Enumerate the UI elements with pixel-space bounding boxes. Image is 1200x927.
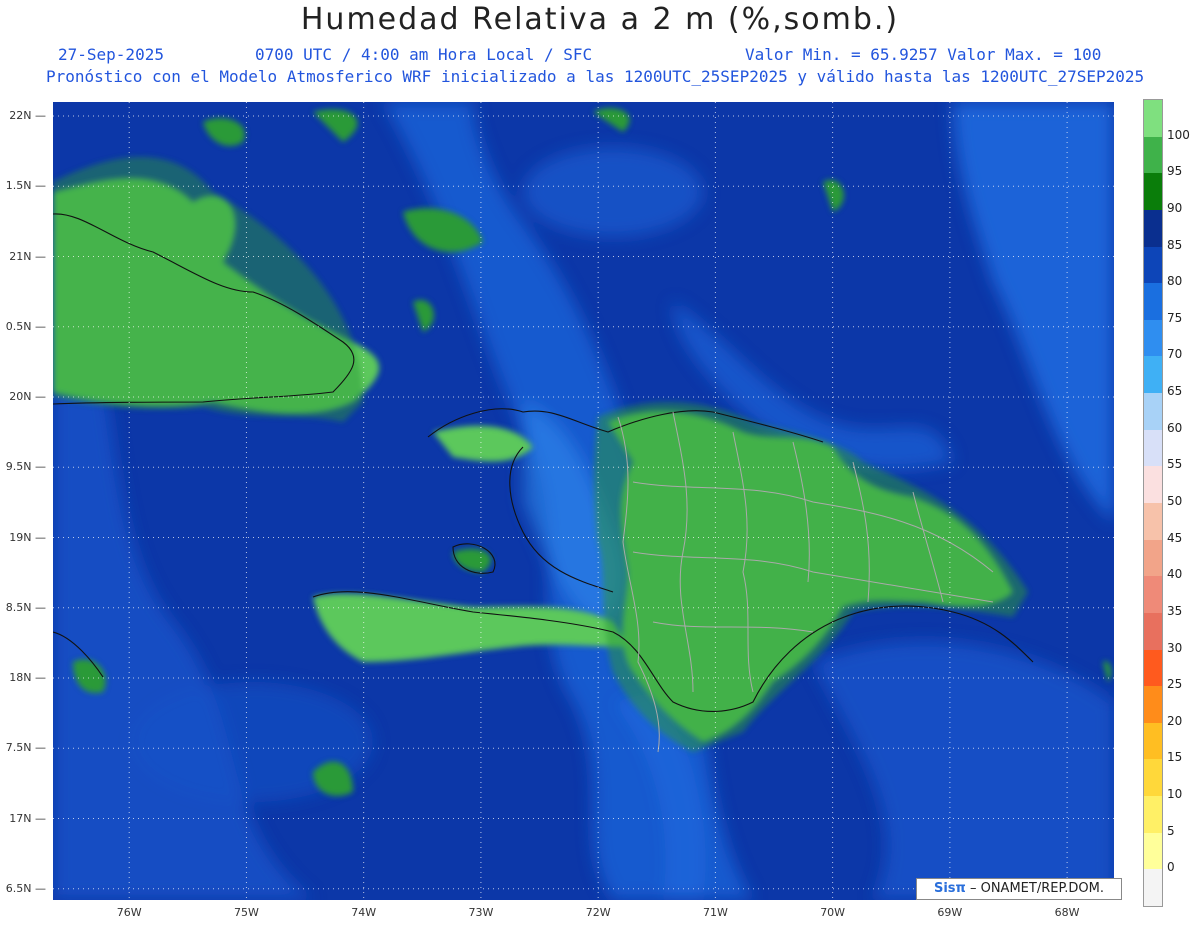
legend-value: 95 — [1167, 164, 1183, 179]
legend-value: 60 — [1167, 420, 1183, 435]
lat-label: 22N — — [9, 109, 46, 123]
legend-swatch — [1144, 612, 1162, 651]
lon-label: 72W — [585, 906, 611, 919]
legend-swatch — [1144, 466, 1162, 504]
credit-box: Sisπ – ONAMET/REP.DOM. — [916, 878, 1122, 900]
legend-value: 90 — [1167, 200, 1183, 215]
legend-swatch — [1144, 173, 1162, 211]
lon-label: 75W — [234, 906, 259, 919]
lat-label: 8.5N — — [5, 600, 46, 614]
lat-label: 18N — — [9, 671, 46, 685]
lon-label: 71W — [702, 906, 728, 919]
lon-label: 76W — [116, 906, 142, 919]
legend-swatch — [1144, 393, 1162, 431]
lat-label: 17N — — [9, 811, 46, 825]
legend-value: 5 — [1167, 823, 1175, 838]
legend-swatch — [1144, 576, 1162, 614]
legend-swatch — [1144, 209, 1162, 248]
chart-title: Humedad Relativa a 2 m (%,somb.) — [300, 2, 900, 37]
legend-swatch — [1144, 796, 1162, 834]
forecast-date: 27-Sep-2025 — [58, 45, 164, 64]
legend-swatch — [1144, 759, 1162, 797]
humidity-map[interactable] — [53, 102, 1114, 900]
legend-swatch — [1144, 832, 1162, 870]
legend-value: 30 — [1167, 640, 1183, 655]
legend-value: 0 — [1167, 860, 1175, 875]
legend-swatch — [1144, 319, 1162, 357]
legend-value: 25 — [1167, 677, 1183, 692]
lat-label: 1.5N — — [5, 179, 46, 193]
sispi-logo: Sisπ — [933, 881, 966, 896]
legend-swatch — [1144, 686, 1162, 724]
legend-value: 65 — [1167, 384, 1183, 399]
moist-patch-north — [523, 147, 703, 237]
legend-swatch — [1144, 503, 1162, 541]
legend-value: 75 — [1167, 310, 1183, 325]
legend-swatch — [1144, 722, 1162, 760]
legend-swatch — [1144, 429, 1162, 467]
color-legend — [1143, 99, 1163, 907]
legend-swatch — [1144, 649, 1162, 687]
legend-value: 100 — [1167, 127, 1190, 142]
legend-value: 70 — [1167, 347, 1183, 362]
lat-label: 9.5N — — [5, 460, 46, 474]
lat-label: 7.5N — — [5, 741, 46, 755]
lon-label: 74W — [351, 906, 377, 919]
lon-label: 69W — [937, 906, 963, 919]
min-max-values: Valor Min. = 65.9257 Valor Max. = 100 — [745, 45, 1102, 64]
legend-swatch — [1144, 100, 1162, 138]
legend-value: 20 — [1167, 713, 1183, 728]
legend-value: 55 — [1167, 457, 1183, 472]
lat-label: 20N — — [9, 390, 46, 404]
lat-label: 0.5N — — [5, 319, 46, 333]
lon-label: 70W — [820, 906, 846, 919]
credit-text: – ONAMET/REP.DOM. — [969, 881, 1104, 896]
legend-value: 80 — [1167, 274, 1183, 289]
legend-value: 10 — [1167, 787, 1183, 802]
lat-label: 19N — — [9, 530, 46, 544]
lon-label: 73W — [468, 906, 494, 919]
legend-swatch — [1144, 539, 1162, 577]
forecast-time: 0700 UTC / 4:00 am Hora Local / SFC — [255, 45, 593, 64]
legend-value: 50 — [1167, 494, 1183, 508]
lat-label: 6.5N — — [5, 881, 46, 895]
legend-value: 85 — [1167, 237, 1183, 252]
legend-value: 40 — [1167, 567, 1183, 582]
lat-label: 21N — — [9, 249, 46, 263]
legend-swatch — [1144, 246, 1162, 284]
lon-label: 68W — [1054, 906, 1080, 919]
legend-swatch — [1144, 136, 1162, 174]
legend-value: 15 — [1167, 750, 1183, 765]
legend-swatch — [1144, 283, 1162, 321]
legend-swatch — [1144, 869, 1162, 907]
legend-swatch — [1144, 356, 1162, 394]
legend-value: 35 — [1167, 603, 1183, 618]
legend-value: 45 — [1167, 530, 1183, 545]
map-area[interactable] — [53, 102, 1114, 900]
model-description: Pronóstico con el Modelo Atmosferico WRF… — [46, 67, 1145, 86]
